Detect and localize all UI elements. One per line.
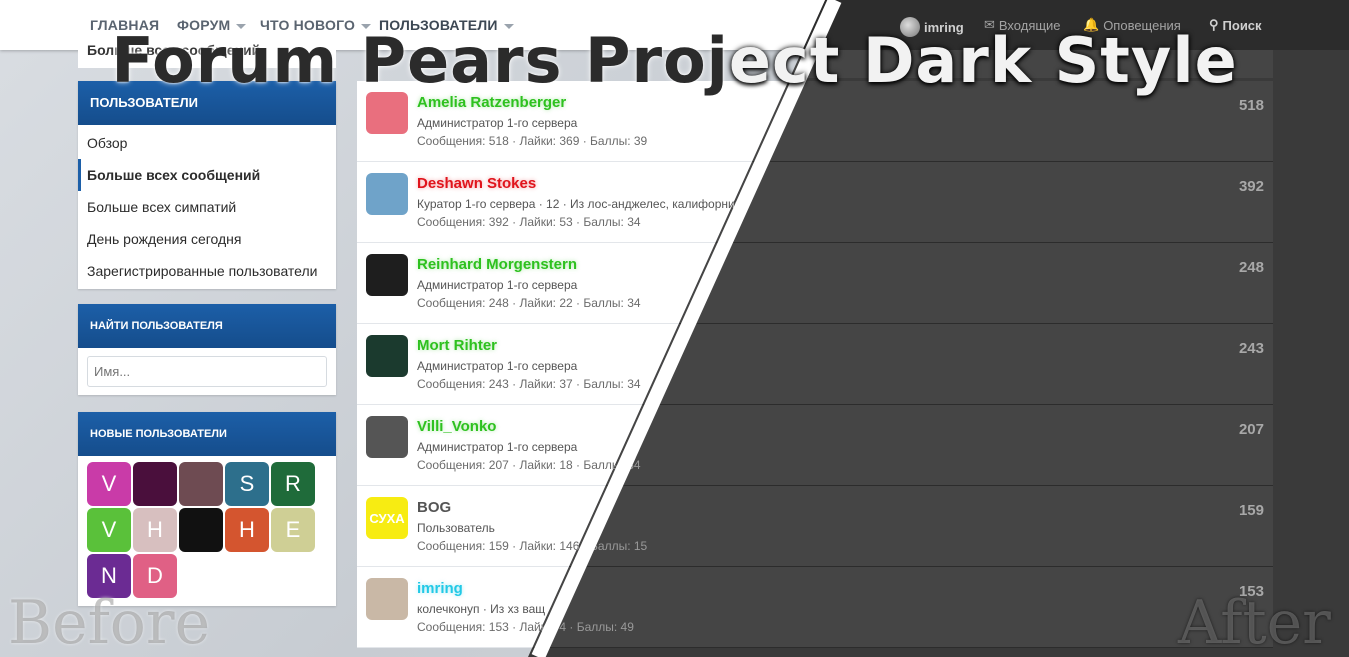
member-title: Администратор 1-го сервера <box>417 278 578 292</box>
member-title: Администратор 1-го сервера <box>417 116 578 130</box>
member-message-count: 207 <box>1238 421 1264 438</box>
member-message-count: 518 <box>1238 97 1264 114</box>
new-member-avatar[interactable]: H <box>133 508 177 552</box>
comparison-stage: imring ✉ Входящие 🔔 Оповещения ⚲ Поиск A… <box>0 0 1349 657</box>
avatar-letter: D <box>147 563 163 588</box>
avatar-letter: V <box>101 471 117 496</box>
member-avatar[interactable] <box>366 578 408 620</box>
new-members-block: НОВЫЕ ПОЛЬЗОВАТЕЛИ V S R V H H E N D <box>78 412 336 606</box>
member-search-input[interactable] <box>87 356 327 387</box>
member-avatar[interactable] <box>366 254 408 296</box>
menu-item-registered[interactable]: Зарегистрированные пользователи <box>78 255 336 287</box>
member-title: Администратор 1-го сервера <box>417 440 578 454</box>
banner-title-dark: ect Dark Style <box>728 24 1238 97</box>
member-avatar[interactable]: СУХА <box>366 497 408 539</box>
member-message-count: 159 <box>1238 502 1264 519</box>
after-label: After <box>1178 588 1331 657</box>
find-member-block: НАЙТИ ПОЛЬЗОВАТЕЛЯ <box>78 304 336 395</box>
new-member-avatar[interactable]: V <box>87 508 131 552</box>
new-member-avatar[interactable]: R <box>271 462 315 506</box>
member-avatar[interactable] <box>366 335 408 377</box>
member-stats: Сообщения: 207 · Лайки: 18 · Баллы: 34 <box>417 458 641 472</box>
new-member-avatar[interactable] <box>133 462 177 506</box>
avatar-letter: H <box>239 517 255 542</box>
banner-title-light: Forum Pears Proj <box>111 24 729 97</box>
member-title: Пользователь <box>417 521 495 535</box>
new-member-avatar[interactable] <box>179 508 223 552</box>
member-title: колечконуп · Из хз ващ <box>417 602 546 616</box>
menu-item-most-messages[interactable]: Больше всех сообщений <box>78 159 336 191</box>
member-title: Администратор 1-го сервера <box>417 359 578 373</box>
new-member-avatar[interactable] <box>179 462 223 506</box>
member-title: Куратор 1-го сервера · 12 · Из лос-андже… <box>417 197 742 211</box>
member-avatar[interactable] <box>366 173 408 215</box>
avatar-letter: V <box>101 517 117 542</box>
new-members-avatars: V S R V H H E N D <box>78 456 336 606</box>
member-name[interactable]: Mort Rihter <box>417 337 497 354</box>
member-avatar[interactable] <box>366 92 408 134</box>
new-member-avatar[interactable]: H <box>225 508 269 552</box>
new-member-avatar[interactable]: V <box>87 462 131 506</box>
new-member-avatar[interactable]: S <box>225 462 269 506</box>
avatar-letter: E <box>285 517 301 542</box>
member-name[interactable]: imring <box>417 580 463 597</box>
avatar-letter: S <box>239 471 255 496</box>
avatar-text: СУХА <box>369 510 405 526</box>
members-menu-list: Обзор Больше всех сообщений Больше всех … <box>78 125 336 289</box>
new-members-title: НОВЫЕ ПОЛЬЗОВАТЕЛИ <box>78 412 336 456</box>
member-stats: Сообщения: 518 · Лайки: 369 · Баллы: 39 <box>417 134 648 148</box>
member-name[interactable]: BOG <box>417 499 451 516</box>
member-stats: Сообщения: 392 · Лайки: 53 · Баллы: 34 <box>417 215 641 229</box>
find-member-title: НАЙТИ ПОЛЬЗОВАТЕЛЯ <box>78 304 336 348</box>
avatar-letter: N <box>101 563 117 588</box>
member-message-count: 243 <box>1238 340 1264 357</box>
menu-item-birthdays[interactable]: День рождения сегодня <box>78 223 336 255</box>
member-stats: Сообщения: 243 · Лайки: 37 · Баллы: 34 <box>417 377 641 391</box>
before-label: Before <box>8 588 211 657</box>
menu-item-most-likes[interactable]: Больше всех симпатий <box>78 191 336 223</box>
avatar-letter: H <box>147 517 163 542</box>
member-message-count: 392 <box>1238 178 1264 195</box>
new-member-avatar[interactable]: E <box>271 508 315 552</box>
member-stats: Сообщения: 248 · Лайки: 22 · Баллы: 34 <box>417 296 641 310</box>
member-name[interactable]: Villi_Vonko <box>417 418 496 435</box>
member-name[interactable]: Reinhard Morgenstern <box>417 256 577 273</box>
members-menu-block: ПОЛЬЗОВАТЕЛИ Обзор Больше всех сообщений… <box>78 81 336 289</box>
member-avatar[interactable] <box>366 416 408 458</box>
menu-item-overview[interactable]: Обзор <box>78 127 336 159</box>
banner-title: Forum Pears Project Dark Style <box>0 24 1349 97</box>
member-message-count: 248 <box>1238 259 1264 276</box>
member-name[interactable]: Deshawn Stokes <box>417 175 536 192</box>
avatar-letter: R <box>285 471 301 496</box>
